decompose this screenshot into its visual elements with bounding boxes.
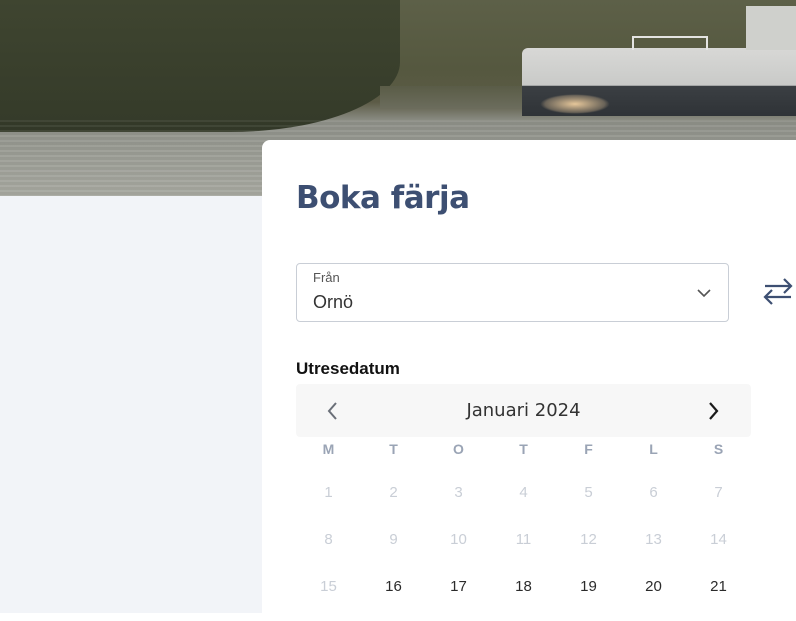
calendar-week-row: 8 9 10 11 12 13 14 [296,516,751,563]
from-value: Ornö [313,292,354,312]
calendar-day-disabled: 6 [649,484,658,501]
left-panel [0,196,262,613]
calendar-day-disabled: 2 [389,484,398,501]
departure-date-label: Utresedatum [296,359,400,378]
weekday-label: F [584,441,593,457]
weekday-label: M [322,441,335,457]
calendar-day-disabled: 14 [710,531,727,548]
calendar-header: Januari 2024 [296,384,751,437]
swap-direction-icon[interactable] [762,275,794,307]
chevron-down-icon [697,289,711,298]
weekday-label: O [453,441,464,457]
weekday-header-row: M T O T F L S [296,441,751,461]
calendar-day-disabled: 5 [584,484,593,501]
ferry-rail-shape [632,36,708,50]
calendar-day-disabled: 4 [519,484,528,501]
calendar-day-disabled: 10 [450,531,467,548]
calendar-day[interactable]: 20 [621,578,686,595]
page-title: Boka färja [296,180,470,216]
calendar-day[interactable]: 19 [556,578,621,595]
ferry-cabin-shape [746,6,796,50]
weekday-label: L [649,441,658,457]
chevron-right-icon[interactable] [701,398,727,424]
calendar-day[interactable]: 17 [426,578,491,595]
calendar-day[interactable]: 21 [686,578,751,595]
calendar-day-disabled: 12 [580,531,597,548]
from-select[interactable]: Från Ornö [296,263,729,322]
calendar-month-label: Januari 2024 [466,400,581,421]
weekday-label: T [519,441,528,457]
date-picker-calendar: Januari 2024 M T O T F L S 1 2 3 4 5 6 7… [296,384,751,610]
calendar-day-disabled: 8 [324,531,333,548]
from-label: Från [313,270,340,285]
calendar-week-row: 1 2 3 4 5 6 7 [296,469,751,516]
calendar-day-disabled: 15 [320,578,337,595]
calendar-day-disabled: 9 [389,531,398,548]
calendar-day-disabled: 1 [324,484,333,501]
calendar-week-row: 15 16 17 18 19 20 21 [296,563,751,610]
calendar-day-disabled: 13 [645,531,662,548]
booking-card: Boka färja Från Ornö Utresedatum Januari… [262,140,796,621]
weekday-label: T [389,441,398,457]
island-shape [0,0,400,132]
calendar-day-disabled: 11 [515,531,532,548]
calendar-day[interactable]: 16 [361,578,426,595]
ferry-wake-shape [540,94,610,114]
calendar-day-disabled: 3 [454,484,463,501]
calendar-day[interactable]: 18 [491,578,556,595]
weekday-label: S [713,441,724,457]
calendar-day-disabled: 7 [714,484,723,501]
